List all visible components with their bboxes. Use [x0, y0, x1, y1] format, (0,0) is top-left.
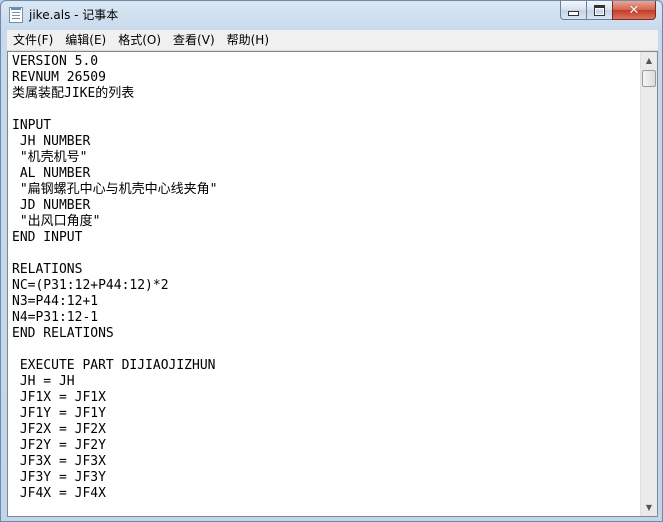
- maximize-icon: [594, 4, 605, 16]
- text-line[interactable]: JH = JH: [12, 374, 637, 390]
- caption-buttons: ✕: [560, 1, 656, 21]
- text-line[interactable]: JD NUMBER: [12, 198, 637, 214]
- text-line[interactable]: REVNUM 26509: [12, 70, 637, 86]
- scrollbar-thumb[interactable]: [642, 70, 656, 87]
- notepad-window: jike.als - 记事本 ✕ 文件(F) 编辑(E) 格式(O) 查看(V)…: [0, 0, 663, 522]
- text-line[interactable]: N4=P31:12-1: [12, 310, 637, 326]
- text-line[interactable]: VERSION 5.0: [12, 54, 637, 70]
- minimize-icon: [568, 10, 579, 16]
- menu-help[interactable]: 帮助(H): [221, 30, 275, 50]
- maximize-button[interactable]: [586, 1, 612, 20]
- text-line[interactable]: END INPUT: [12, 230, 637, 246]
- text-line[interactable]: "出风口角度": [12, 214, 637, 230]
- text-line[interactable]: [12, 102, 637, 118]
- menu-view[interactable]: 查看(V): [167, 30, 221, 50]
- menu-bar: 文件(F) 编辑(E) 格式(O) 查看(V) 帮助(H): [7, 30, 658, 51]
- text-line[interactable]: JF3X = JF3X: [12, 454, 637, 470]
- notepad-icon[interactable]: [9, 7, 23, 23]
- text-line[interactable]: [12, 342, 637, 358]
- text-line[interactable]: END RELATIONS: [12, 326, 637, 342]
- text-line[interactable]: JF3Y = JF3Y: [12, 470, 637, 486]
- menu-edit[interactable]: 编辑(E): [59, 30, 112, 50]
- text-line[interactable]: JF2Y = JF2Y: [12, 438, 637, 454]
- text-line[interactable]: [12, 246, 637, 262]
- text-content[interactable]: VERSION 5.0 REVNUM 26509 类属装配JIKE的列表 INPUT …: [12, 54, 637, 516]
- text-line[interactable]: JF2X = JF2X: [12, 422, 637, 438]
- text-line[interactable]: 类属装配JIKE的列表: [12, 86, 637, 102]
- text-editor[interactable]: VERSION 5.0 REVNUM 26509 类属装配JIKE的列表 INPUT …: [7, 51, 658, 517]
- title-bar[interactable]: jike.als - 记事本 ✕: [1, 1, 662, 29]
- menu-file[interactable]: 文件(F): [7, 30, 59, 50]
- text-line[interactable]: INPUT: [12, 118, 637, 134]
- close-icon: ✕: [628, 2, 640, 18]
- scroll-down-icon[interactable]: ▼: [641, 499, 657, 516]
- text-line[interactable]: N3=P44:12+1: [12, 294, 637, 310]
- minimize-button[interactable]: [560, 1, 586, 20]
- text-line[interactable]: "扁钢螺孔中心与机壳中心线夹角": [12, 182, 637, 198]
- text-line[interactable]: AL NUMBER: [12, 166, 637, 182]
- scroll-up-icon[interactable]: ▲: [641, 52, 657, 69]
- vertical-scrollbar[interactable]: ▲ ▼: [640, 52, 657, 516]
- text-line[interactable]: RELATIONS: [12, 262, 637, 278]
- menu-format[interactable]: 格式(O): [112, 30, 167, 50]
- text-line[interactable]: JF1Y = JF1Y: [12, 406, 637, 422]
- close-button[interactable]: ✕: [612, 1, 656, 20]
- text-line[interactable]: NC=(P31:12+P44:12)*2: [12, 278, 637, 294]
- text-line[interactable]: EXECUTE PART DIJIAOJIZHUN: [12, 358, 637, 374]
- text-line[interactable]: JF4X = JF4X: [12, 486, 637, 502]
- text-line[interactable]: JF1X = JF1X: [12, 390, 637, 406]
- text-line[interactable]: JH NUMBER: [12, 134, 637, 150]
- window-title: jike.als - 记事本: [29, 8, 119, 22]
- text-line[interactable]: "机壳机号": [12, 150, 637, 166]
